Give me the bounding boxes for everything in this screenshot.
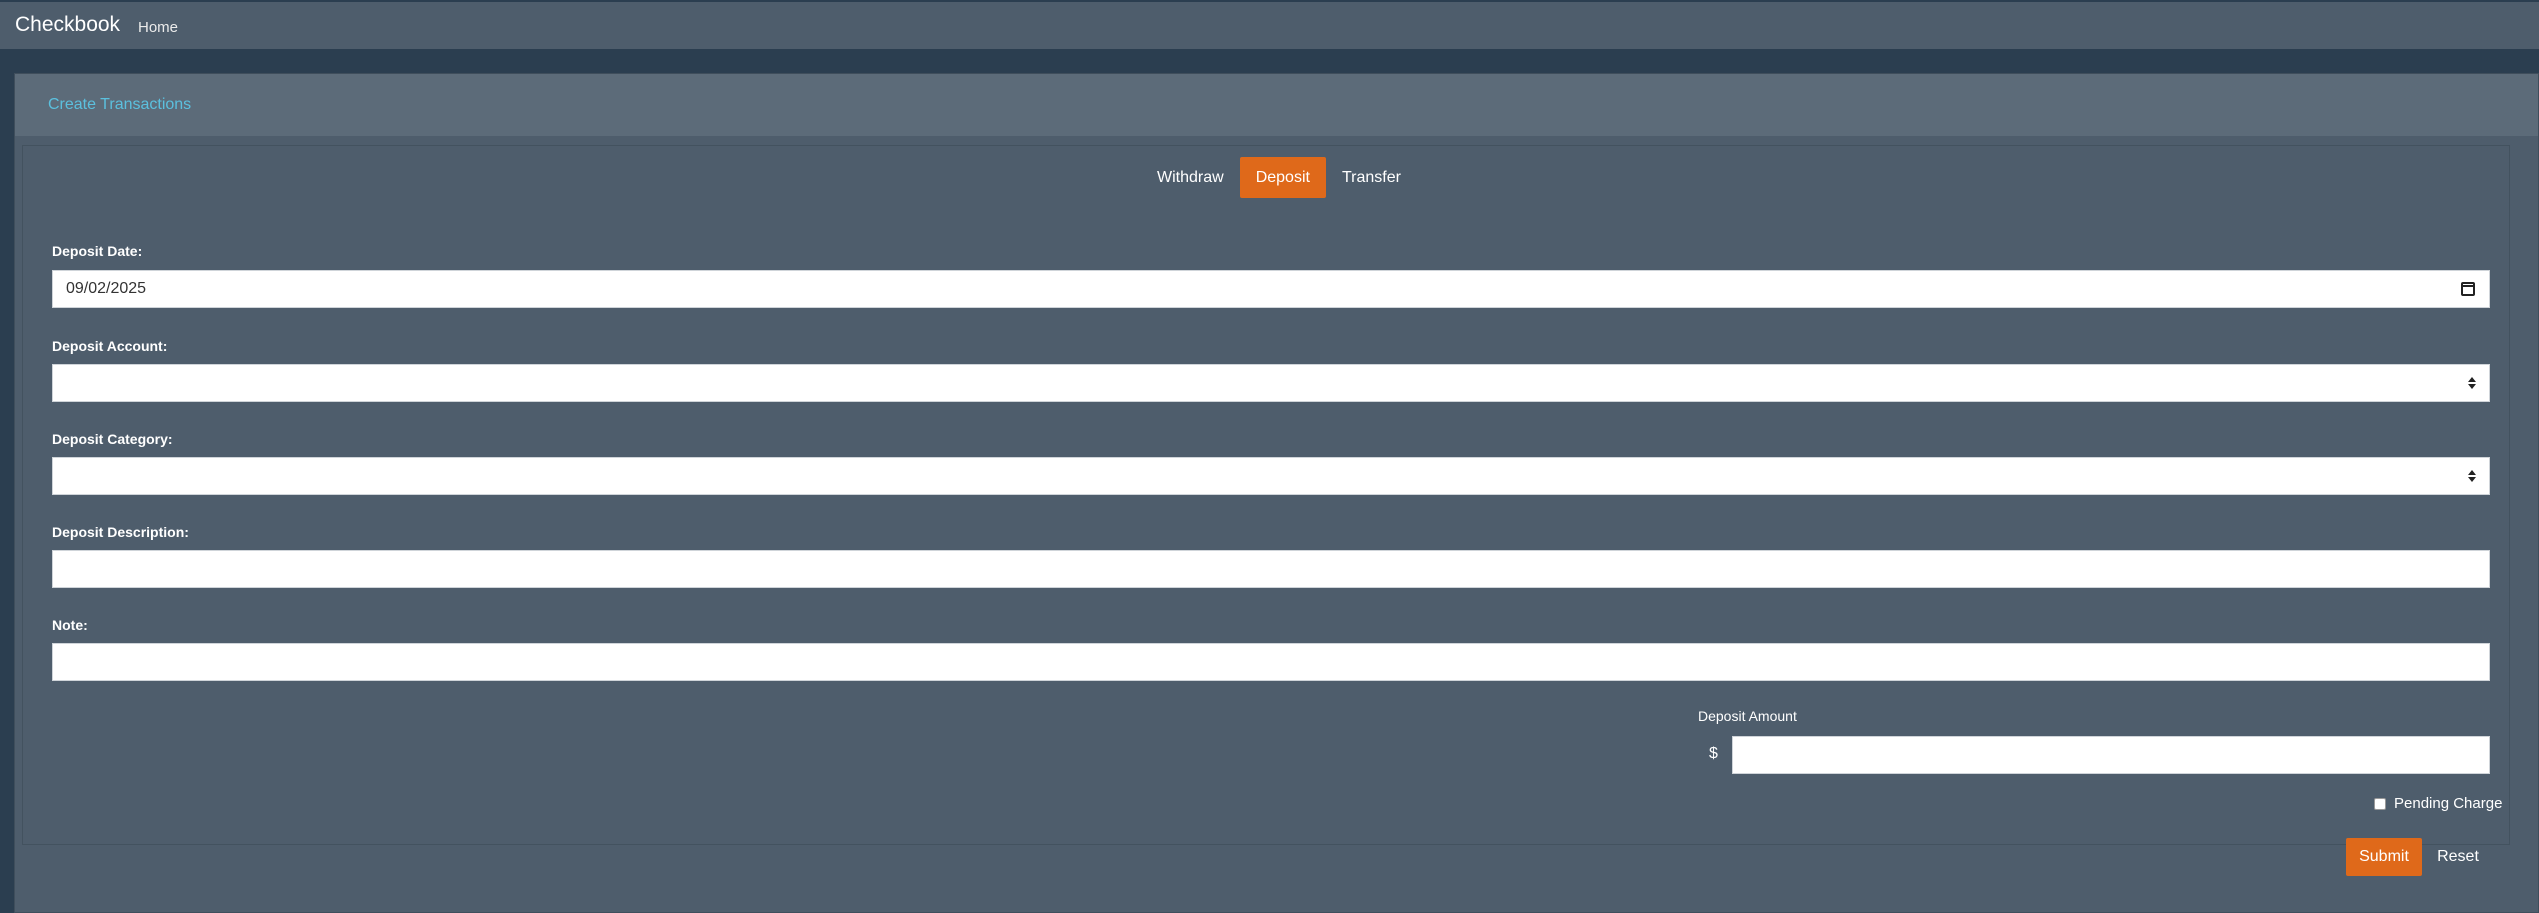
select-arrows-icon xyxy=(2467,468,2477,484)
currency-symbol: $ xyxy=(1709,745,1718,762)
brand-logo[interactable]: Checkbook xyxy=(15,13,120,37)
deposit-date-label: Deposit Date: xyxy=(52,243,143,259)
top-navbar: Checkbook Home xyxy=(0,0,2539,49)
pending-charge-label: Pending Charge xyxy=(2394,795,2503,812)
deposit-account-select[interactable] xyxy=(52,364,2490,402)
deposit-category-label: Deposit Category: xyxy=(52,431,173,447)
deposit-date-input[interactable]: 09/02/2025 xyxy=(52,270,2490,308)
deposit-category-select[interactable] xyxy=(52,457,2490,495)
deposit-description-input[interactable] xyxy=(52,550,2490,588)
deposit-account-label: Deposit Account: xyxy=(52,338,168,354)
calendar-icon[interactable] xyxy=(2461,282,2475,296)
deposit-description-label: Deposit Description: xyxy=(52,524,189,540)
note-label: Note: xyxy=(52,617,88,633)
nav-link-home[interactable]: Home xyxy=(138,19,178,36)
deposit-amount-label: Deposit Amount xyxy=(1698,708,1797,724)
card-header: Create Transactions xyxy=(15,74,2538,136)
deposit-amount-input[interactable] xyxy=(1732,736,2490,774)
deposit-date-value: 09/02/2025 xyxy=(66,280,147,297)
submit-button[interactable]: Submit xyxy=(2346,838,2422,876)
reset-button[interactable]: Reset xyxy=(2432,838,2484,876)
card-title: Create Transactions xyxy=(48,96,192,113)
select-arrows-icon xyxy=(2467,375,2477,391)
pending-charge-checkbox[interactable] xyxy=(2374,797,2386,810)
note-input[interactable] xyxy=(52,643,2490,681)
pending-charge-toggle[interactable]: Pending Charge xyxy=(2374,795,2502,812)
